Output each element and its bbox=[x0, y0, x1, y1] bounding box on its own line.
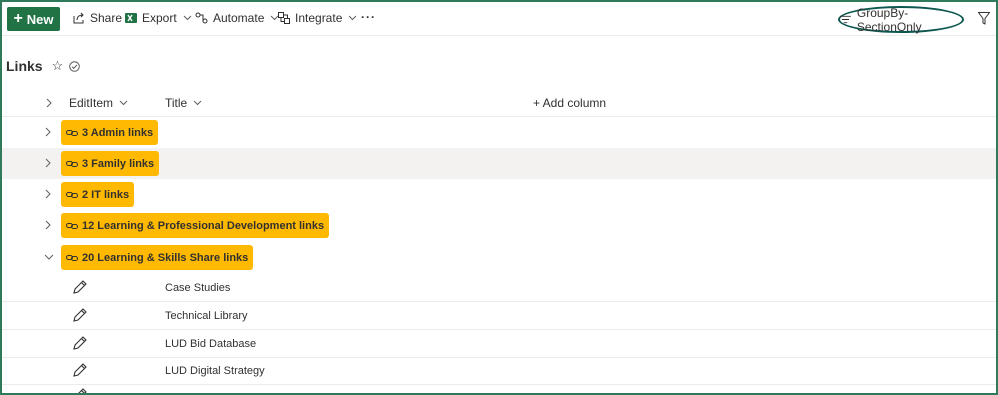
automate-button[interactable]: Automate bbox=[195, 11, 284, 25]
group-header: 3 Admin links bbox=[2, 117, 996, 148]
command-bar: + New Share Export Automate Integrate ··… bbox=[2, 2, 996, 36]
link-icon bbox=[66, 222, 78, 229]
group-label-text: 3 Admin links bbox=[82, 126, 154, 139]
star-icon[interactable]: ☆ bbox=[52, 58, 64, 74]
list-item[interactable]: LUD Bid Database bbox=[2, 330, 996, 358]
pencil-icon[interactable] bbox=[72, 336, 87, 351]
column-title[interactable]: Title bbox=[165, 96, 202, 110]
group-label-text: 2 IT links bbox=[82, 188, 130, 201]
group-header: 12 Learning & Professional Development l… bbox=[2, 210, 996, 241]
add-column-button[interactable]: + Add column bbox=[533, 96, 606, 110]
item-title[interactable]: Case Studies bbox=[165, 282, 230, 294]
more-label: ··· bbox=[361, 10, 376, 24]
share-label: Share bbox=[90, 11, 123, 25]
add-column-label: + Add column bbox=[533, 96, 607, 110]
pencil-icon[interactable] bbox=[72, 388, 87, 395]
pencil-icon[interactable] bbox=[72, 280, 87, 295]
group-label[interactable]: 3 Family links bbox=[61, 151, 160, 176]
item-title[interactable]: LUD Digital Strategy bbox=[165, 365, 265, 377]
column-edititem[interactable]: EditItem bbox=[69, 96, 128, 110]
new-button[interactable]: + New bbox=[7, 7, 60, 31]
export-button[interactable]: Export bbox=[125, 11, 197, 25]
chevron-right-icon[interactable] bbox=[45, 127, 51, 137]
expand-all-chevron-icon[interactable] bbox=[46, 98, 52, 108]
group-header: 2 IT links bbox=[2, 179, 996, 210]
integrate-icon bbox=[278, 12, 290, 24]
link-icon bbox=[66, 254, 78, 261]
page-title: Links bbox=[6, 58, 43, 74]
filter-icon bbox=[977, 12, 991, 25]
item-title[interactable]: Technical Library bbox=[165, 310, 248, 322]
list-item[interactable] bbox=[2, 385, 996, 395]
group-label-text: 20 Learning & Skills Share links bbox=[82, 251, 249, 264]
integrate-button[interactable]: Integrate bbox=[278, 11, 362, 25]
share-button[interactable]: Share bbox=[73, 11, 122, 25]
column-header-row: EditItem Title + Add column bbox=[2, 88, 996, 117]
list-item[interactable]: LUD Digital Strategy bbox=[2, 357, 996, 385]
chevron-right-icon[interactable] bbox=[45, 189, 51, 199]
item-title[interactable]: LUD Bid Database bbox=[165, 338, 256, 350]
link-icon bbox=[66, 129, 78, 136]
group-header: 3 Family links bbox=[2, 148, 996, 179]
chevron-right-icon[interactable] bbox=[45, 158, 51, 168]
chevron-down-icon bbox=[119, 100, 128, 106]
list-item[interactable]: Technical Library bbox=[2, 302, 996, 330]
excel-icon bbox=[125, 13, 137, 23]
view-selector[interactable]: GroupBy-SectionOnly bbox=[838, 5, 964, 34]
group-label-text: 12 Learning & Professional Development l… bbox=[82, 219, 325, 232]
chevron-down-icon bbox=[183, 15, 192, 21]
export-label: Export bbox=[142, 11, 177, 25]
pencil-icon[interactable] bbox=[72, 363, 87, 378]
new-button-label: New bbox=[26, 11, 54, 27]
column-title-label: Title bbox=[165, 96, 188, 110]
group-label[interactable]: 2 IT links bbox=[61, 182, 135, 207]
page-title-area: Links ☆ bbox=[6, 58, 81, 74]
check-circle-icon[interactable] bbox=[69, 60, 81, 72]
group-label-text: 3 Family links bbox=[82, 157, 155, 170]
automate-icon bbox=[195, 12, 208, 24]
group-label[interactable]: 12 Learning & Professional Development l… bbox=[61, 213, 330, 238]
column-edititem-label: EditItem bbox=[69, 96, 114, 110]
chevron-down-icon bbox=[193, 100, 202, 106]
share-icon bbox=[73, 12, 84, 24]
view-lines-icon bbox=[840, 15, 851, 24]
filter-button[interactable] bbox=[977, 12, 991, 28]
chevron-down-icon bbox=[349, 15, 357, 21]
view-label: GroupBy-SectionOnly bbox=[856, 5, 922, 34]
chevron-down-icon[interactable] bbox=[44, 254, 54, 260]
link-icon bbox=[66, 160, 78, 167]
group-label[interactable]: 20 Learning & Skills Share links bbox=[61, 245, 254, 270]
chevron-right-icon[interactable] bbox=[45, 220, 51, 230]
integrate-label: Integrate bbox=[295, 11, 343, 25]
automate-label: Automate bbox=[213, 11, 265, 25]
link-icon bbox=[66, 191, 78, 198]
plus-icon: + bbox=[13, 10, 23, 27]
list-item[interactable]: Case Studies bbox=[2, 274, 996, 302]
group-label[interactable]: 3 Admin links bbox=[61, 120, 159, 145]
pencil-icon[interactable] bbox=[72, 308, 87, 323]
app-frame: + New Share Export Automate Integrate ··… bbox=[0, 0, 998, 395]
group-header: 20 Learning & Skills Share links bbox=[2, 242, 996, 273]
more-options-button[interactable]: ··· bbox=[361, 10, 376, 24]
